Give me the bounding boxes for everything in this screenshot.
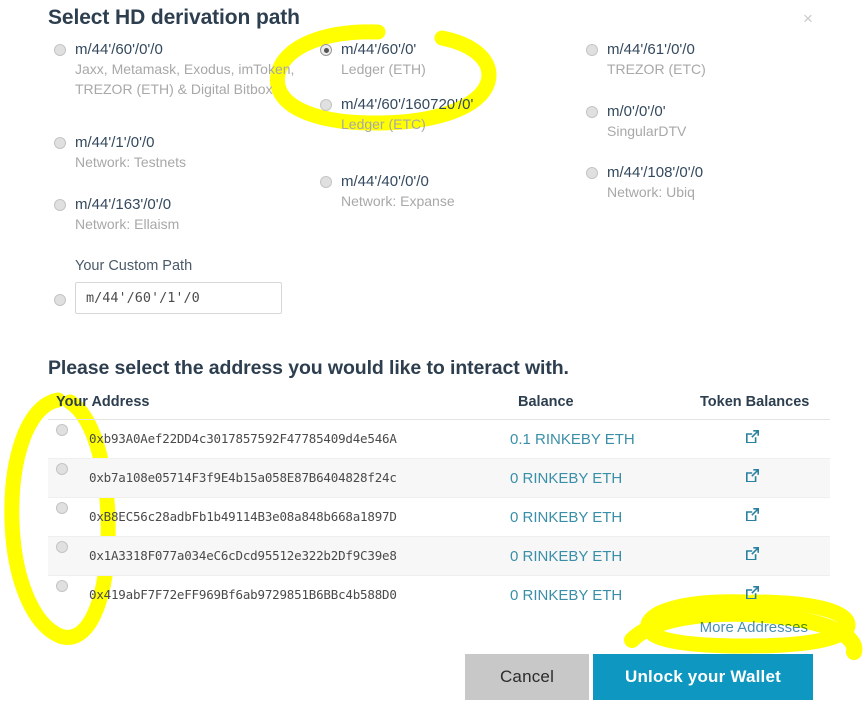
custom-path-section: Your Custom Path [54, 258, 304, 314]
radio-custom-path[interactable] [54, 294, 66, 306]
address-section-title: Please select the address you would like… [48, 357, 569, 379]
table-row[interactable]: 0xb7a108e05714F3f9E4b15a058E87B6404828f2… [48, 459, 830, 498]
path-option-m44-60-0-0[interactable]: m/44'/60'/0'/0 Jaxx, Metamask, Exodus, i… [54, 40, 304, 99]
address-text: 0x1A3318F077a034eC6cDcd95512e322b2Df9C39… [89, 548, 397, 563]
token-balance-cell [692, 506, 822, 528]
path-column-1: m/44'/60'/0'/0 Jaxx, Metamask, Exodus, i… [54, 40, 304, 314]
header-balance: Balance [518, 394, 574, 410]
token-balance-cell [692, 467, 822, 489]
radio-m44-163-0-0[interactable] [54, 198, 66, 211]
path-label: m/44'/60'/0' [341, 41, 417, 58]
hd-derivation-path-modal: × Select HD derivation path m/44'/60'/0'… [0, 0, 863, 713]
balance-cell: 0 RINKEBY ETH [510, 586, 623, 604]
table-row[interactable]: 0xb93A0Aef22DD4c3017857592F47785409d4e54… [48, 420, 830, 459]
table-row[interactable]: 0x1A3318F077a034eC6cDcd95512e322b2Df9C39… [48, 537, 830, 576]
address-cell[interactable]: 0xB8EC56c28adbFb1b49114B3e08a848b668a189… [48, 502, 510, 526]
table-row[interactable]: 0xB8EC56c28adbFb1b49114B3e08a848b668a189… [48, 498, 830, 537]
close-icon[interactable]: × [797, 8, 819, 30]
external-link-icon[interactable] [744, 428, 761, 445]
radio-address-1[interactable] [56, 463, 68, 475]
external-link-icon[interactable] [744, 584, 761, 601]
path-label: m/44'/60'/160720'/0' [341, 95, 474, 113]
path-description: Network: Ubiq [607, 184, 695, 200]
more-addresses-row: More Addresses [48, 614, 830, 636]
radio-address-0[interactable] [56, 424, 68, 436]
header-your-address: Your Address [56, 394, 150, 410]
balance-cell: 0 RINKEBY ETH [510, 547, 623, 565]
path-column-2: m/44'/60'/0' Ledger (ETH) m/44'/60'/1607… [320, 40, 580, 226]
path-label: m/44'/163'/0'/0 [75, 195, 172, 213]
path-description: Jaxx, Metamask, Exodus, imToken, TREZOR … [75, 61, 295, 97]
external-link-icon[interactable] [744, 506, 761, 523]
address-cell[interactable]: 0xb7a108e05714F3f9E4b15a058E87B6404828f2… [48, 463, 510, 487]
more-addresses-link[interactable]: More Addresses [700, 619, 808, 636]
unlock-wallet-button[interactable]: Unlock your Wallet [593, 654, 813, 700]
radio-address-4[interactable] [56, 580, 68, 592]
address-table: Your Address Balance Token Balances 0xb9… [48, 394, 830, 636]
balance-cell: 0 RINKEBY ETH [510, 469, 623, 487]
radio-m44-108-0-0[interactable] [586, 167, 598, 179]
path-description: Network: Ellaism [75, 215, 180, 232]
address-cell[interactable]: 0x419abF7F72eFF969Bf6ab9729851B6BBc4b588… [48, 580, 510, 604]
radio-m44-60-0-0[interactable] [54, 44, 66, 56]
radio-address-3[interactable] [56, 541, 68, 553]
path-label: m/44'/61'/0'/0 [607, 41, 695, 58]
table-row[interactable]: 0x419abF7F72eFF969Bf6ab9729851B6BBc4b588… [48, 576, 830, 614]
address-cell[interactable]: 0x1A3318F077a034eC6cDcd95512e322b2Df9C39… [48, 541, 510, 565]
custom-path-input[interactable] [75, 282, 282, 314]
token-balance-cell [692, 545, 822, 567]
token-balance-cell [692, 428, 822, 450]
radio-address-2[interactable] [56, 502, 68, 514]
balance-cell: 0 RINKEBY ETH [510, 508, 623, 526]
path-option-m44-60-0-ledger-eth[interactable]: m/44'/60'/0' Ledger (ETH) [320, 40, 580, 80]
token-balance-cell [692, 584, 822, 606]
path-description: Network: Testnets [75, 154, 187, 170]
address-text: 0xB8EC56c28adbFb1b49114B3e08a848b668a189… [89, 509, 397, 524]
path-option-m0-0-0[interactable]: m/0'/0'/0' SingularDTV [586, 102, 846, 142]
path-description: Ledger (ETH) [341, 61, 426, 77]
radio-m44-60-160720-0[interactable] [320, 98, 332, 111]
radio-m44-61-0-0[interactable] [586, 44, 598, 56]
address-text: 0x419abF7F72eFF969Bf6ab9729851B6BBc4b588… [89, 587, 397, 602]
path-option-m44-108-0-0[interactable]: m/44'/108'/0'/0 Network: Ubiq [586, 163, 846, 203]
path-option-m44-40-0-0[interactable]: m/44'/40'/0'/0 Network: Expanse [320, 172, 580, 212]
path-description: SingularDTV [607, 122, 687, 139]
custom-path-label: Your Custom Path [75, 258, 193, 274]
table-header-row: Your Address Balance Token Balances [48, 394, 830, 420]
path-option-m44-61-0-0[interactable]: m/44'/61'/0'/0 TREZOR (ETC) [586, 40, 846, 80]
path-description: TREZOR (ETC) [607, 61, 706, 77]
radio-m44-1-0-0[interactable] [54, 137, 66, 149]
radio-m0-0-0[interactable] [586, 105, 598, 118]
path-option-m44-1-0-0[interactable]: m/44'/1'/0'/0 Network: Testnets [54, 133, 304, 173]
address-text: 0xb93A0Aef22DD4c3017857592F47785409d4e54… [89, 431, 397, 446]
header-token-balances: Token Balances [700, 394, 810, 410]
address-cell[interactable]: 0xb93A0Aef22DD4c3017857592F47785409d4e54… [48, 424, 510, 448]
modal-footer: Cancel Unlock your Wallet [0, 654, 863, 700]
path-label: m/44'/40'/0'/0 [341, 173, 429, 190]
path-label: m/44'/108'/0'/0 [607, 164, 704, 181]
external-link-icon[interactable] [744, 467, 761, 484]
address-text: 0xb7a108e05714F3f9E4b15a058E87B6404828f2… [89, 470, 397, 485]
page-title: Select HD derivation path [48, 6, 300, 29]
path-option-m44-60-160720-0[interactable]: m/44'/60'/160720'/0' Ledger (ETC) [320, 95, 580, 135]
cancel-button[interactable]: Cancel [465, 654, 589, 700]
radio-m44-60-0-ledger-eth[interactable] [320, 44, 332, 56]
custom-path-row[interactable] [54, 282, 304, 314]
external-link-icon[interactable] [744, 545, 761, 562]
path-label: m/0'/0'/0' [607, 102, 666, 120]
path-label: m/44'/60'/0'/0 [75, 41, 163, 58]
path-option-m44-163-0-0[interactable]: m/44'/163'/0'/0 Network: Ellaism [54, 195, 304, 235]
path-description: Network: Expanse [341, 193, 455, 209]
path-column-3: m/44'/61'/0'/0 TREZOR (ETC) m/0'/0'/0' S… [586, 40, 846, 217]
path-label: m/44'/1'/0'/0 [75, 134, 155, 151]
path-description: Ledger (ETC) [341, 115, 426, 132]
balance-cell: 0.1 RINKEBY ETH [510, 430, 635, 448]
radio-m44-40-0-0[interactable] [320, 176, 332, 188]
